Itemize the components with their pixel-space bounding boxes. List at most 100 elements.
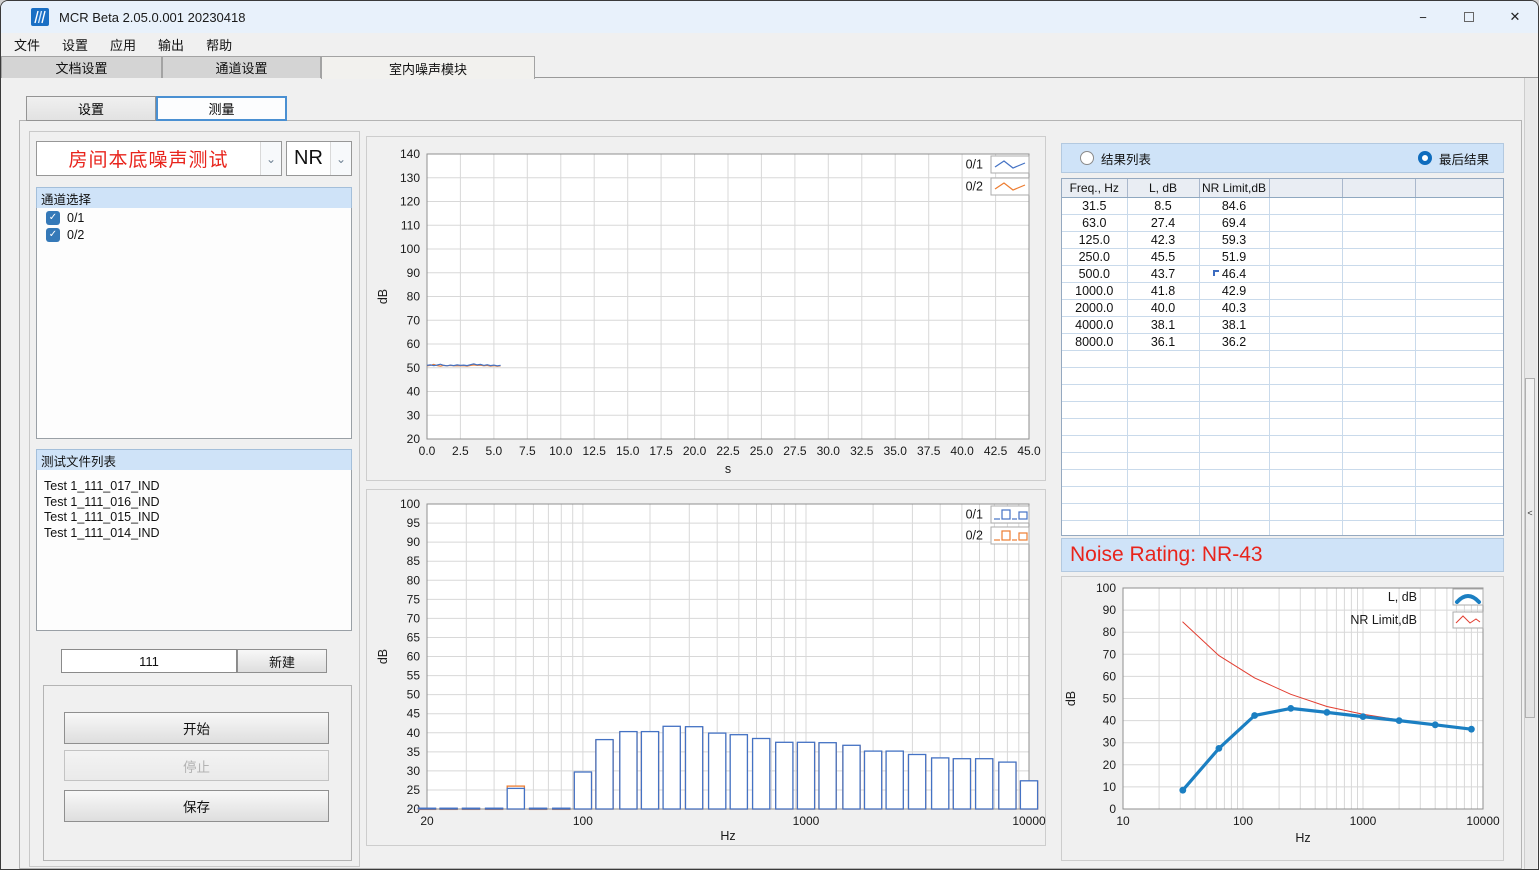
measurement-controls-group: 开始 停止 保存 <box>43 685 352 861</box>
title-bar: MCR Beta 2.05.0.001 20230418 − ✕ <box>1 1 1538 33</box>
col-empty <box>1269 179 1342 197</box>
tab-measurement[interactable]: 测量 <box>156 96 287 121</box>
test-type-value: 房间本底噪声测试 <box>37 142 260 175</box>
svg-text:10000: 10000 <box>1466 814 1500 828</box>
test-type-select[interactable]: 房间本底噪声测试 ⌄ <box>36 141 282 176</box>
stop-button[interactable]: 停止 <box>64 750 329 781</box>
svg-text:20: 20 <box>420 814 434 828</box>
svg-text:10000: 10000 <box>1012 814 1046 828</box>
svg-text:42.5: 42.5 <box>984 444 1008 458</box>
cell-nr-limit: 36.2 <box>1199 333 1269 350</box>
table-row-empty <box>1062 452 1504 469</box>
results-table: Freq., Hz L, dB NR Limit,dB 31.5 8.5 84.… <box>1061 178 1504 536</box>
table-row-empty <box>1062 418 1504 435</box>
svg-text:NR Limit,dB: NR Limit,dB <box>1350 613 1417 627</box>
cell-nr-limit: 59.3 <box>1199 231 1269 248</box>
table-row: 2000.0 40.0 40.3 <box>1062 299 1504 316</box>
svg-text:L, dB: L, dB <box>1388 590 1417 604</box>
tab-settings[interactable]: 设置 <box>26 96 156 121</box>
channel-list[interactable]: ✓ 0/1 ✓ 0/2 <box>36 208 352 439</box>
menu-item[interactable]: 帮助 <box>195 33 243 56</box>
table-row-empty <box>1062 350 1504 367</box>
cell-level: 38.1 <box>1127 316 1199 333</box>
side-collapse-track: < <box>1524 78 1537 870</box>
maximize-icon <box>1464 12 1474 22</box>
file-list-item[interactable]: Test 1_111_014_IND <box>37 526 351 542</box>
results-table-body: 31.5 8.5 84.6 63.0 27.4 69.4 125.0 <box>1062 197 1504 536</box>
radio-selected-icon[interactable] <box>1418 151 1432 165</box>
cell-level: 8.5 <box>1127 197 1199 214</box>
svg-text:0: 0 <box>1109 802 1116 816</box>
radio-last-result[interactable]: 最后结果 <box>1418 149 1489 168</box>
file-name-input[interactable] <box>61 649 237 673</box>
menu-item[interactable]: 设置 <box>51 33 99 56</box>
collapse-panel-handle[interactable]: < <box>1525 378 1535 718</box>
table-row-empty <box>1062 367 1504 384</box>
minimize-button[interactable]: − <box>1400 1 1446 33</box>
cell-nr-limit: 69.4 <box>1199 214 1269 231</box>
svg-text:0/1: 0/1 <box>966 158 983 172</box>
svg-text:60: 60 <box>407 337 421 351</box>
svg-text:40.0: 40.0 <box>950 444 974 458</box>
cell-freq: 125.0 <box>1062 231 1127 248</box>
svg-text:40: 40 <box>407 385 421 399</box>
cell-freq: 31.5 <box>1062 197 1127 214</box>
radio-result-list-label: 结果列表 <box>1101 149 1151 168</box>
channel-checkbox[interactable]: ✓ <box>46 211 60 225</box>
noise-rating-banner: Noise Rating: NR-43 <box>1061 538 1504 572</box>
channel-checkbox[interactable]: ✓ <box>46 228 60 242</box>
svg-text:20.0: 20.0 <box>683 444 707 458</box>
svg-text:s: s <box>725 462 731 476</box>
table-row-empty <box>1062 384 1504 401</box>
channel-list-item[interactable]: ✓ 0/2 <box>37 225 351 242</box>
cell-nr-limit: 84.6 <box>1199 197 1269 214</box>
cell-level: 45.5 <box>1127 248 1199 265</box>
maximize-button[interactable] <box>1446 1 1492 33</box>
table-row: 4000.0 38.1 38.1 <box>1062 316 1504 333</box>
menu-item[interactable]: 应用 <box>99 33 147 56</box>
cell-freq: 500.0 <box>1062 265 1127 282</box>
new-button[interactable]: 新建 <box>237 649 327 673</box>
file-list-item[interactable]: Test 1_111_015_IND <box>37 510 351 526</box>
chevron-down-icon[interactable]: ⌄ <box>260 142 281 175</box>
save-button[interactable]: 保存 <box>64 790 329 822</box>
rating-standard-select[interactable]: NR ⌄ <box>286 141 352 176</box>
table-row-empty <box>1062 435 1504 452</box>
svg-text:120: 120 <box>400 195 420 209</box>
svg-text:110: 110 <box>401 218 420 232</box>
tab-channel-settings[interactable]: 通道设置 <box>162 56 321 78</box>
app-logo-icon <box>31 8 49 26</box>
cell-nr-limit: 42.9 <box>1199 282 1269 299</box>
tab-indoor-noise-module[interactable]: 室内噪声模块 <box>321 56 535 79</box>
menu-item[interactable]: 输出 <box>147 33 195 56</box>
svg-text:0/2: 0/2 <box>966 529 983 543</box>
svg-text:65: 65 <box>407 630 421 644</box>
svg-text:80: 80 <box>1103 625 1117 639</box>
svg-text:90: 90 <box>407 266 421 280</box>
radio-unselected-icon[interactable] <box>1080 151 1094 165</box>
cell-nr-limit: 46.4 <box>1199 265 1269 282</box>
menu-bar: 文件设置应用输出帮助 <box>1 33 1538 56</box>
radio-result-list[interactable]: 结果列表 <box>1080 149 1151 168</box>
file-list-item[interactable]: Test 1_111_017_IND <box>37 479 351 495</box>
file-list-item[interactable]: Test 1_111_016_IND <box>37 495 351 511</box>
svg-text:100: 100 <box>400 242 420 256</box>
chevron-down-icon[interactable]: ⌄ <box>330 142 351 175</box>
menu-item[interactable]: 文件 <box>3 33 51 56</box>
results-table-header-row: Freq., Hz L, dB NR Limit,dB <box>1062 179 1504 197</box>
col-nr-limit: NR Limit,dB <box>1199 179 1269 197</box>
channel-list-item[interactable]: ✓ 0/1 <box>37 208 351 225</box>
svg-text:1000: 1000 <box>1350 814 1377 828</box>
svg-text:100: 100 <box>1096 581 1116 595</box>
svg-text:12.5: 12.5 <box>583 444 607 458</box>
noise-rating-chart: 010203040506070809010010100100010000HzdB… <box>1061 576 1504 861</box>
cell-nr-limit: 38.1 <box>1199 316 1269 333</box>
test-file-list[interactable]: Test 1_111_017_INDTest 1_111_016_INDTest… <box>36 470 352 631</box>
cell-level: 42.3 <box>1127 231 1199 248</box>
start-button[interactable]: 开始 <box>64 712 329 744</box>
close-button[interactable]: ✕ <box>1492 1 1538 33</box>
result-view-switch: 结果列表 最后结果 <box>1061 143 1504 173</box>
svg-text:90: 90 <box>407 535 421 549</box>
tab-document-settings[interactable]: 文档设置 <box>1 56 162 78</box>
svg-text:70: 70 <box>407 611 421 625</box>
